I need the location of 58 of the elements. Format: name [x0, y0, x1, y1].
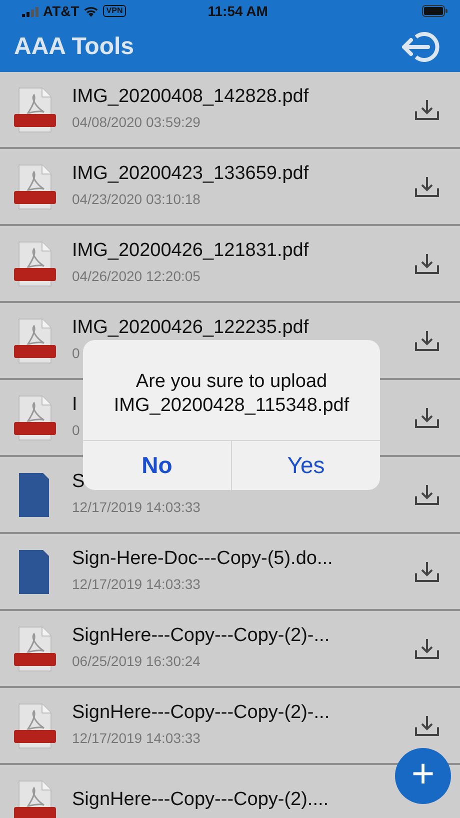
file-date: 0	[72, 344, 80, 364]
file-date: 0	[72, 421, 80, 440]
download-button[interactable]	[414, 560, 440, 584]
download-icon	[414, 174, 440, 198]
file-name: IMG_20200408_142828.pdf	[72, 86, 309, 108]
file-name: SignHere---Copy---Copy-(2)-...	[72, 702, 330, 724]
signal-icon	[22, 6, 39, 16]
download-icon	[414, 98, 440, 122]
download-icon	[414, 252, 440, 276]
pdf-file-icon	[14, 780, 56, 818]
file-date: 06/25/2019 16:30:24	[72, 652, 200, 672]
pdf-file-icon	[14, 240, 56, 286]
file-name: S	[72, 470, 85, 494]
download-icon	[414, 482, 440, 506]
pdf-file-icon	[14, 164, 56, 210]
vpn-badge: VPN	[103, 5, 126, 17]
logout-icon	[400, 31, 440, 63]
file-date: 04/08/2020 03:59:29	[72, 113, 200, 132]
download-icon	[414, 560, 440, 584]
file-name: SignHere---Copy---Copy-(2)-...	[72, 624, 330, 648]
file-date: 12/17/2019 14:03:33	[72, 575, 200, 594]
logout-button[interactable]	[400, 31, 440, 63]
download-button[interactable]	[414, 252, 440, 276]
clock-text: 11:54 AM	[208, 2, 268, 20]
confirm-yes-button[interactable]: Yes	[231, 440, 380, 490]
pdf-file-icon	[14, 394, 56, 440]
file-name: I	[72, 394, 78, 416]
file-date: 12/17/2019 14:03:33	[72, 729, 200, 748]
download-button[interactable]	[414, 174, 440, 198]
pdf-file-icon	[14, 702, 56, 748]
confirm-no-button[interactable]: No	[83, 440, 231, 490]
dialog-message: Are you sure to upload IMG_20200428_115348.pdf	[112, 370, 350, 418]
battery-icon	[422, 5, 448, 17]
carrier-text: AT&T	[43, 2, 80, 20]
file-name: SignHere---Copy---Copy-(2)....	[72, 789, 329, 812]
download-button[interactable]	[414, 636, 440, 660]
pdf-file-icon	[14, 626, 56, 672]
download-button[interactable]	[414, 98, 440, 122]
download-button[interactable]	[414, 482, 440, 506]
file-name: Sign-Here-Doc---Copy-(5).do...	[72, 548, 333, 570]
download-icon	[414, 406, 440, 430]
download-button[interactable]	[414, 406, 440, 430]
add-button[interactable]: +	[395, 748, 451, 804]
pdf-file-icon	[14, 86, 56, 132]
file-name: IMG_20200423_133659.pdf	[72, 162, 309, 186]
file-date: 04/26/2020 12:20:05	[72, 267, 200, 286]
app-title: AAA Tools	[14, 32, 134, 62]
file-date: 04/23/2020 03:10:18	[72, 190, 200, 210]
download-icon	[414, 328, 440, 352]
download-icon	[414, 714, 440, 738]
file-name: IMG_20200426_121831.pdf	[72, 240, 309, 262]
download-button[interactable]	[414, 328, 440, 352]
pdf-file-icon	[14, 318, 56, 364]
file-date: 12/17/2019 14:03:33	[72, 498, 200, 518]
file-name: IMG_20200426_122235.pdf	[72, 316, 309, 340]
wifi-icon	[83, 5, 100, 17]
download-button[interactable]	[414, 714, 440, 738]
download-icon	[414, 636, 440, 660]
